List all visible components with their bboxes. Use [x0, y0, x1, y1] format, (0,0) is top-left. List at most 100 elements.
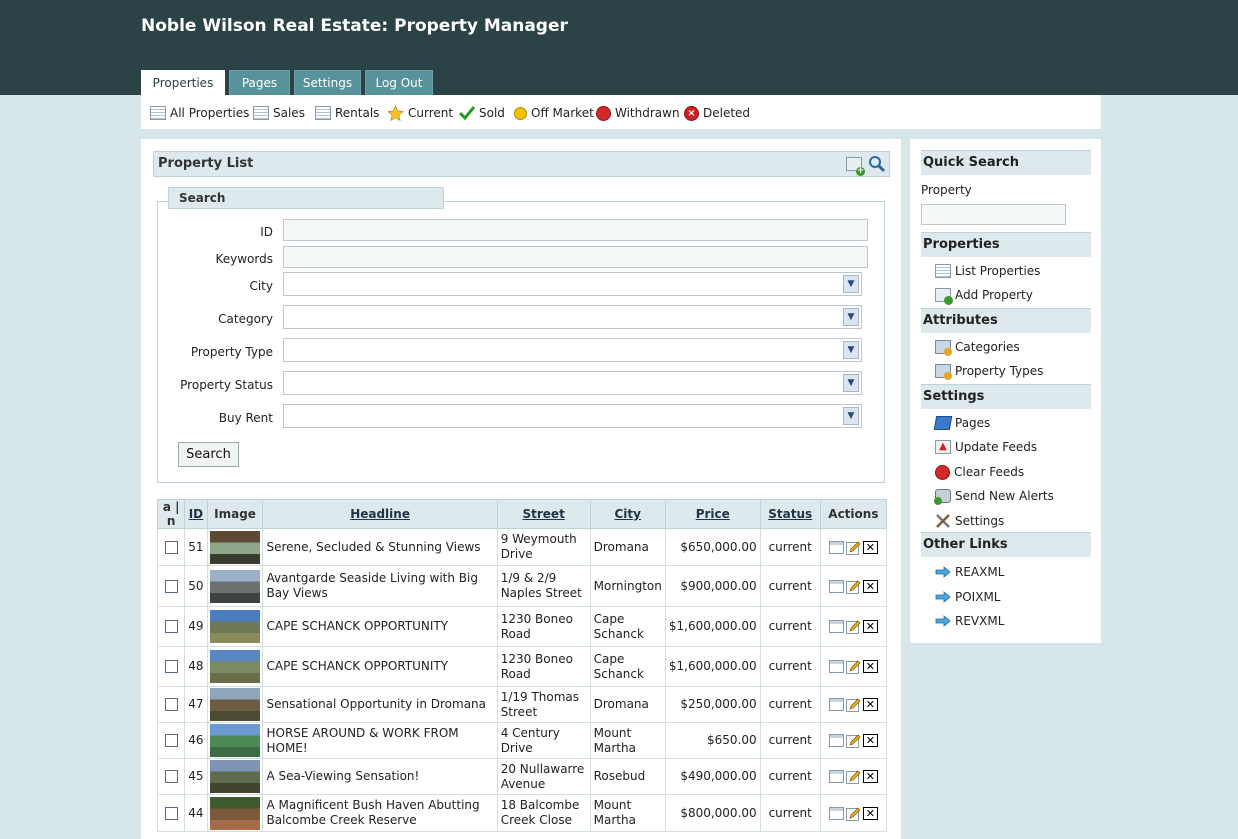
row-checkbox[interactable]	[164, 806, 178, 820]
filter-rentals[interactable]: Rentals	[315, 104, 379, 122]
delete-icon[interactable]: ✕	[862, 734, 878, 747]
property-status-label: Property Status	[180, 378, 273, 392]
property-type-select[interactable]: ▼	[283, 338, 862, 362]
filter-current[interactable]: Current	[387, 104, 453, 122]
delete-icon[interactable]: ✕	[862, 806, 878, 820]
headline-cell: Avantgarde Seaside Living with Big Bay V…	[262, 565, 498, 607]
attributes-heading: Attributes	[921, 308, 1091, 333]
view-icon[interactable]	[828, 698, 844, 711]
row-select-cell	[156, 758, 186, 795]
property-thumbnail[interactable]	[210, 610, 261, 643]
delete-icon[interactable]: ✕	[862, 660, 878, 673]
quick-search-property-input[interactable]	[921, 204, 1066, 225]
id-field[interactable]	[283, 219, 868, 241]
city-column-header[interactable]: City	[589, 499, 666, 529]
view-icon[interactable]	[828, 540, 844, 554]
view-icon[interactable]	[828, 579, 844, 593]
sidebar-link-property-types[interactable]: Property Types	[935, 363, 1044, 380]
sidebar-link-reaxml[interactable]: REAXML	[935, 564, 1004, 580]
filter-deleted[interactable]: × Deleted	[684, 104, 750, 122]
id-cell: 45	[184, 758, 208, 795]
property-status-select[interactable]: ▼	[283, 371, 862, 395]
edit-icon[interactable]	[845, 541, 861, 555]
property-thumbnail[interactable]	[210, 569, 261, 603]
property-thumbnail[interactable]	[210, 530, 261, 564]
property-thumbnail[interactable]	[210, 688, 261, 721]
property-thumbnail[interactable]	[210, 724, 261, 757]
view-icon[interactable]	[828, 770, 844, 783]
panel-header: Property List	[153, 151, 890, 177]
tab-settings[interactable]: Settings	[294, 70, 361, 95]
property-thumbnail[interactable]	[210, 760, 261, 793]
row-select-cell	[156, 565, 186, 607]
tab-pages[interactable]: Pages	[229, 70, 290, 95]
row-checkbox[interactable]	[164, 734, 178, 747]
filter-off-market[interactable]: Off Market	[514, 104, 594, 122]
property-thumbnail[interactable]	[210, 650, 261, 683]
quick-search-property-label: Property	[921, 183, 972, 197]
sidebar-link-clear-feeds[interactable]: Clear Feeds	[935, 464, 1024, 480]
row-checkbox[interactable]	[164, 698, 178, 711]
edit-icon[interactable]	[845, 620, 861, 634]
keywords-field[interactable]	[283, 246, 868, 268]
search-button[interactable]: Search	[178, 442, 239, 467]
city-select[interactable]: ▼	[283, 272, 862, 296]
price-column-header[interactable]: Price	[664, 499, 761, 529]
edit-icon[interactable]	[845, 807, 861, 821]
row-checkbox[interactable]	[164, 660, 178, 673]
headline-cell: A Sea-Viewing Sensation!	[262, 758, 498, 795]
yellow-circle-icon	[514, 106, 527, 120]
delete-icon[interactable]: ✕	[862, 540, 878, 554]
headline-column-header[interactable]: Headline	[262, 499, 498, 529]
headline-cell: HORSE AROUND & WORK FROM HOME!	[262, 722, 498, 759]
edit-icon[interactable]	[845, 580, 861, 594]
view-icon[interactable]	[828, 660, 844, 673]
table-row: 50 Avantgarde Seaside Living with Big Bay…	[156, 565, 888, 607]
sidebar-link-settings[interactable]: Settings	[935, 513, 1004, 529]
view-icon[interactable]	[828, 620, 844, 633]
view-icon[interactable]	[828, 806, 844, 820]
filter-withdrawn[interactable]: Withdrawn	[596, 104, 680, 122]
delete-icon[interactable]: ✕	[862, 698, 878, 711]
delete-icon[interactable]: ✕	[862, 770, 878, 783]
edit-icon[interactable]	[845, 660, 861, 674]
row-checkbox[interactable]	[164, 770, 178, 783]
row-checkbox[interactable]	[164, 540, 178, 554]
select-all-none-header[interactable]: a | n	[156, 499, 186, 529]
status-cell: current	[759, 528, 821, 566]
buy-rent-label: Buy Rent	[218, 411, 273, 425]
headline-cell: A Magnificent Bush Haven Abutting Balcom…	[262, 794, 498, 832]
filter-all-properties[interactable]: All Properties	[150, 104, 249, 122]
edit-icon[interactable]	[845, 770, 861, 784]
sidebar-link-categories[interactable]: Categories	[935, 339, 1020, 356]
sidebar-link-poixml[interactable]: POIXML	[935, 589, 1000, 605]
id-column-header[interactable]: ID	[184, 499, 208, 529]
tab-log-out[interactable]: Log Out	[365, 70, 433, 95]
sidebar-link-revxml[interactable]: REVXML	[935, 613, 1004, 629]
filter-sales[interactable]: Sales	[253, 104, 305, 122]
filter-sold[interactable]: Sold	[458, 104, 505, 122]
row-checkbox[interactable]	[164, 620, 178, 633]
sidebar-link-add-property[interactable]: Add Property	[935, 287, 1033, 305]
sidebar-link-pages[interactable]: Pages	[933, 415, 990, 431]
view-icon[interactable]	[828, 734, 844, 747]
sidebar-link-list-properties[interactable]: List Properties	[935, 263, 1040, 279]
add-property-icon[interactable]	[846, 157, 865, 176]
property-thumbnail[interactable]	[210, 796, 261, 830]
delete-icon[interactable]: ✕	[862, 579, 878, 593]
row-checkbox[interactable]	[164, 579, 178, 593]
status-column-header[interactable]: Status	[759, 499, 821, 529]
sidebar-link-update-feeds[interactable]: ▲ Update Feeds	[935, 439, 1037, 455]
sidebar: Quick Search Property Properties List Pr…	[910, 139, 1101, 643]
list-icon	[315, 106, 331, 120]
edit-icon[interactable]	[845, 698, 861, 712]
buy-rent-select[interactable]: ▼	[283, 404, 862, 428]
tab-properties[interactable]: Properties	[141, 70, 225, 95]
street-column-header[interactable]: Street	[496, 499, 591, 529]
edit-icon[interactable]	[845, 734, 861, 748]
search-icon[interactable]	[868, 155, 886, 173]
delete-icon[interactable]: ✕	[862, 620, 878, 633]
sidebar-link-label: Property Types	[955, 364, 1044, 378]
sidebar-link-send-new-alerts[interactable]: Send New Alerts	[934, 488, 1054, 505]
category-select[interactable]: ▼	[283, 305, 862, 329]
